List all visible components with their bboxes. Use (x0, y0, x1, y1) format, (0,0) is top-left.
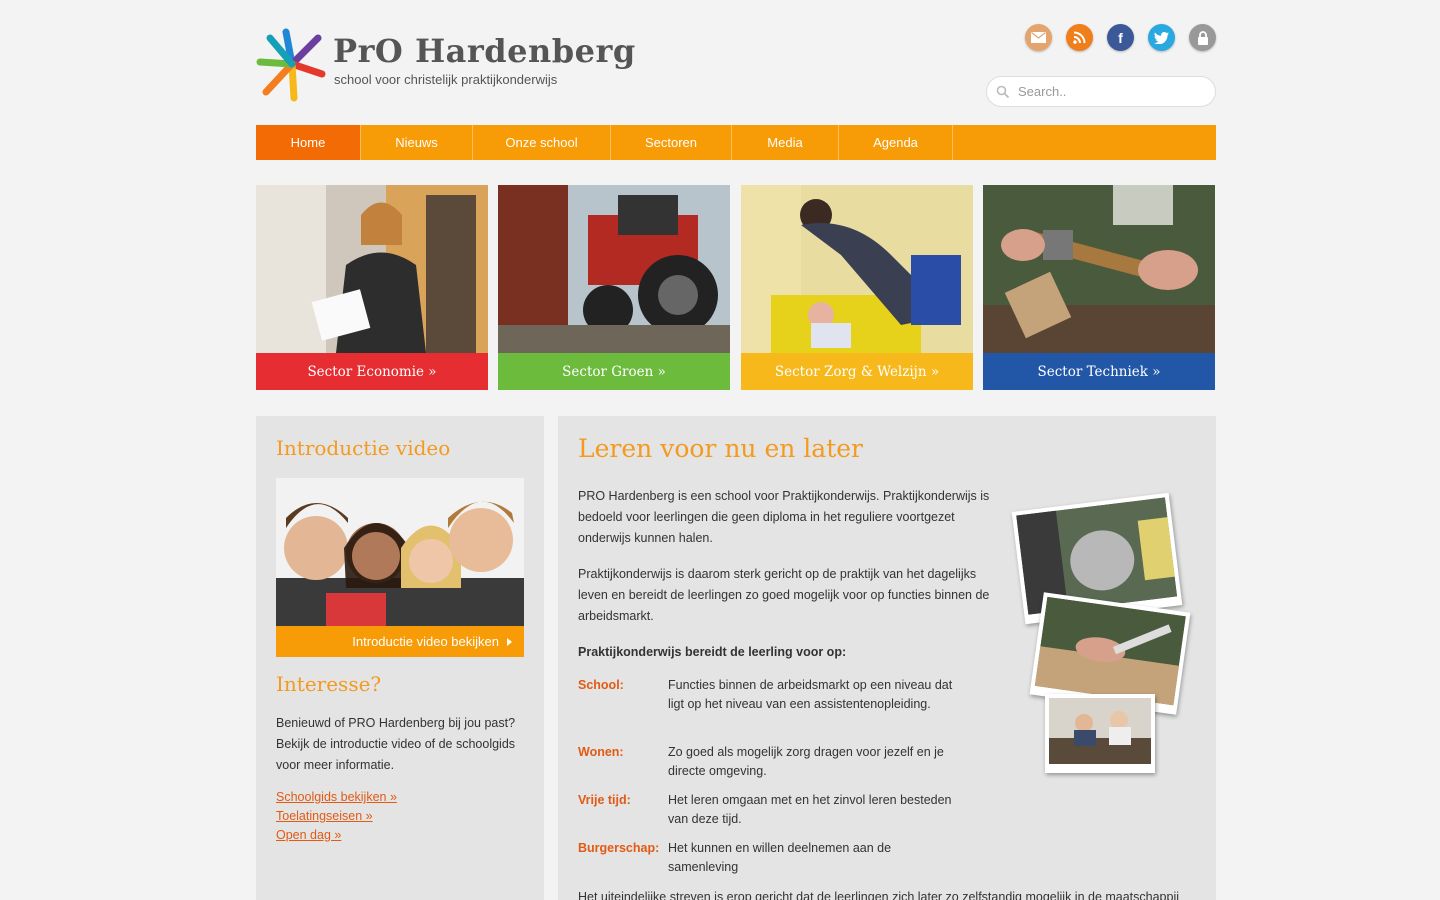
intro-video-thumbnail (276, 478, 524, 626)
open-dag-link[interactable]: Open dag » (276, 826, 397, 845)
sector-tile-zorg-welzijn[interactable]: Sector Zorg & Welzijn » (741, 185, 973, 391)
definition-description: Zo goed als mogelijk zorg dragen voor je… (668, 745, 944, 778)
definition-description: Het kunnen en willen deelnemen aan de sa… (668, 841, 892, 874)
sector-economie-photo (256, 185, 488, 353)
nav-item-onze-school[interactable]: Onze school (473, 125, 611, 160)
rss-icon[interactable] (1066, 24, 1093, 51)
photo-collage (1006, 492, 1192, 778)
search-input[interactable] (1016, 83, 1200, 100)
site-logo[interactable]: PrO Hardenberg school voor christelijk p… (256, 24, 635, 108)
play-arrow-icon (507, 637, 512, 646)
sector-groen-photo (498, 185, 730, 353)
practice-paragraph: Praktijkonderwijs is daarom sterk gerich… (578, 567, 990, 623)
search-box (986, 76, 1216, 107)
social-links: f (1025, 24, 1216, 51)
intro-video-button[interactable]: Introductie video bekijken (276, 626, 524, 657)
main-content: Leren voor nu en later PRO Hardenberg is… (558, 416, 1216, 900)
sidebar: Introductie video Introductie video beki… (256, 416, 544, 900)
main-navigation: Home Nieuws Onze school Sectoren Media A… (256, 125, 1216, 160)
sidebar-links: Schoolgids bekijken » Toelatingseisen » … (276, 788, 397, 845)
nav-item-home[interactable]: Home (256, 125, 361, 160)
definition-description: Functies binnen de arbeidsmarkt op een n… (668, 678, 953, 711)
sector-tiles: Sector Economie » Sector Groen » Sector … (256, 185, 1216, 391)
twitter-icon[interactable] (1148, 24, 1175, 51)
prepares-heading: Praktijkonderwijs bereidt de leerling vo… (578, 645, 847, 659)
sector-tile-economie[interactable]: Sector Economie » (256, 185, 488, 391)
cut-off-paragraph: Het uiteindelijke streven is erop gerich… (578, 890, 1180, 900)
sector-techniek-label: Sector Techniek » (983, 353, 1215, 390)
interest-text: Benieuwd of PRO Hardenberg bij jou past?… (276, 716, 516, 772)
definition-term: Vrije tijd: (578, 793, 631, 807)
definition-term: School: (578, 678, 624, 692)
lock-icon[interactable] (1189, 24, 1216, 51)
sector-zorg-photo (741, 185, 973, 353)
intro-paragraph: PRO Hardenberg is een school voor Prakti… (578, 489, 990, 545)
sector-zorg-welzijn-label: Sector Zorg & Welzijn » (741, 353, 973, 390)
sector-economie-label: Sector Economie » (256, 353, 488, 390)
logo-subtitle: school voor christelijk praktijkonderwij… (334, 72, 558, 87)
sector-tile-groen[interactable]: Sector Groen » (498, 185, 730, 391)
sector-tile-techniek[interactable]: Sector Techniek » (983, 185, 1215, 391)
nav-item-nieuws[interactable]: Nieuws (361, 125, 473, 160)
toelatingseisen-link[interactable]: Toelatingseisen » (276, 807, 397, 826)
interest-title: Interesse? (276, 672, 382, 696)
definition-term: Wonen: (578, 745, 624, 759)
schoolgids-link[interactable]: Schoolgids bekijken » (276, 788, 397, 807)
sector-techniek-photo (983, 185, 1215, 353)
definition-term: Burgerschap: (578, 841, 660, 855)
nav-item-sectoren[interactable]: Sectoren (611, 125, 732, 160)
search-icon[interactable] (996, 85, 1010, 99)
sector-groen-label: Sector Groen » (498, 353, 730, 390)
logo-star-icon (256, 28, 326, 102)
definition-description: Het leren omgaan met en het zinvol leren… (668, 793, 952, 826)
page-title: Leren voor nu en later (578, 434, 863, 463)
intro-video-button-label: Introductie video bekijken (352, 634, 499, 649)
intro-video[interactable]: Introductie video bekijken (276, 478, 524, 657)
logo-title: PrO Hardenberg (333, 32, 636, 70)
nav-item-media[interactable]: Media (732, 125, 839, 160)
nav-item-agenda[interactable]: Agenda (839, 125, 953, 160)
intro-video-title: Introductie video (276, 436, 451, 460)
facebook-icon[interactable]: f (1107, 24, 1134, 51)
mail-icon[interactable] (1025, 24, 1052, 51)
collage-photo-classroom (1045, 694, 1155, 773)
